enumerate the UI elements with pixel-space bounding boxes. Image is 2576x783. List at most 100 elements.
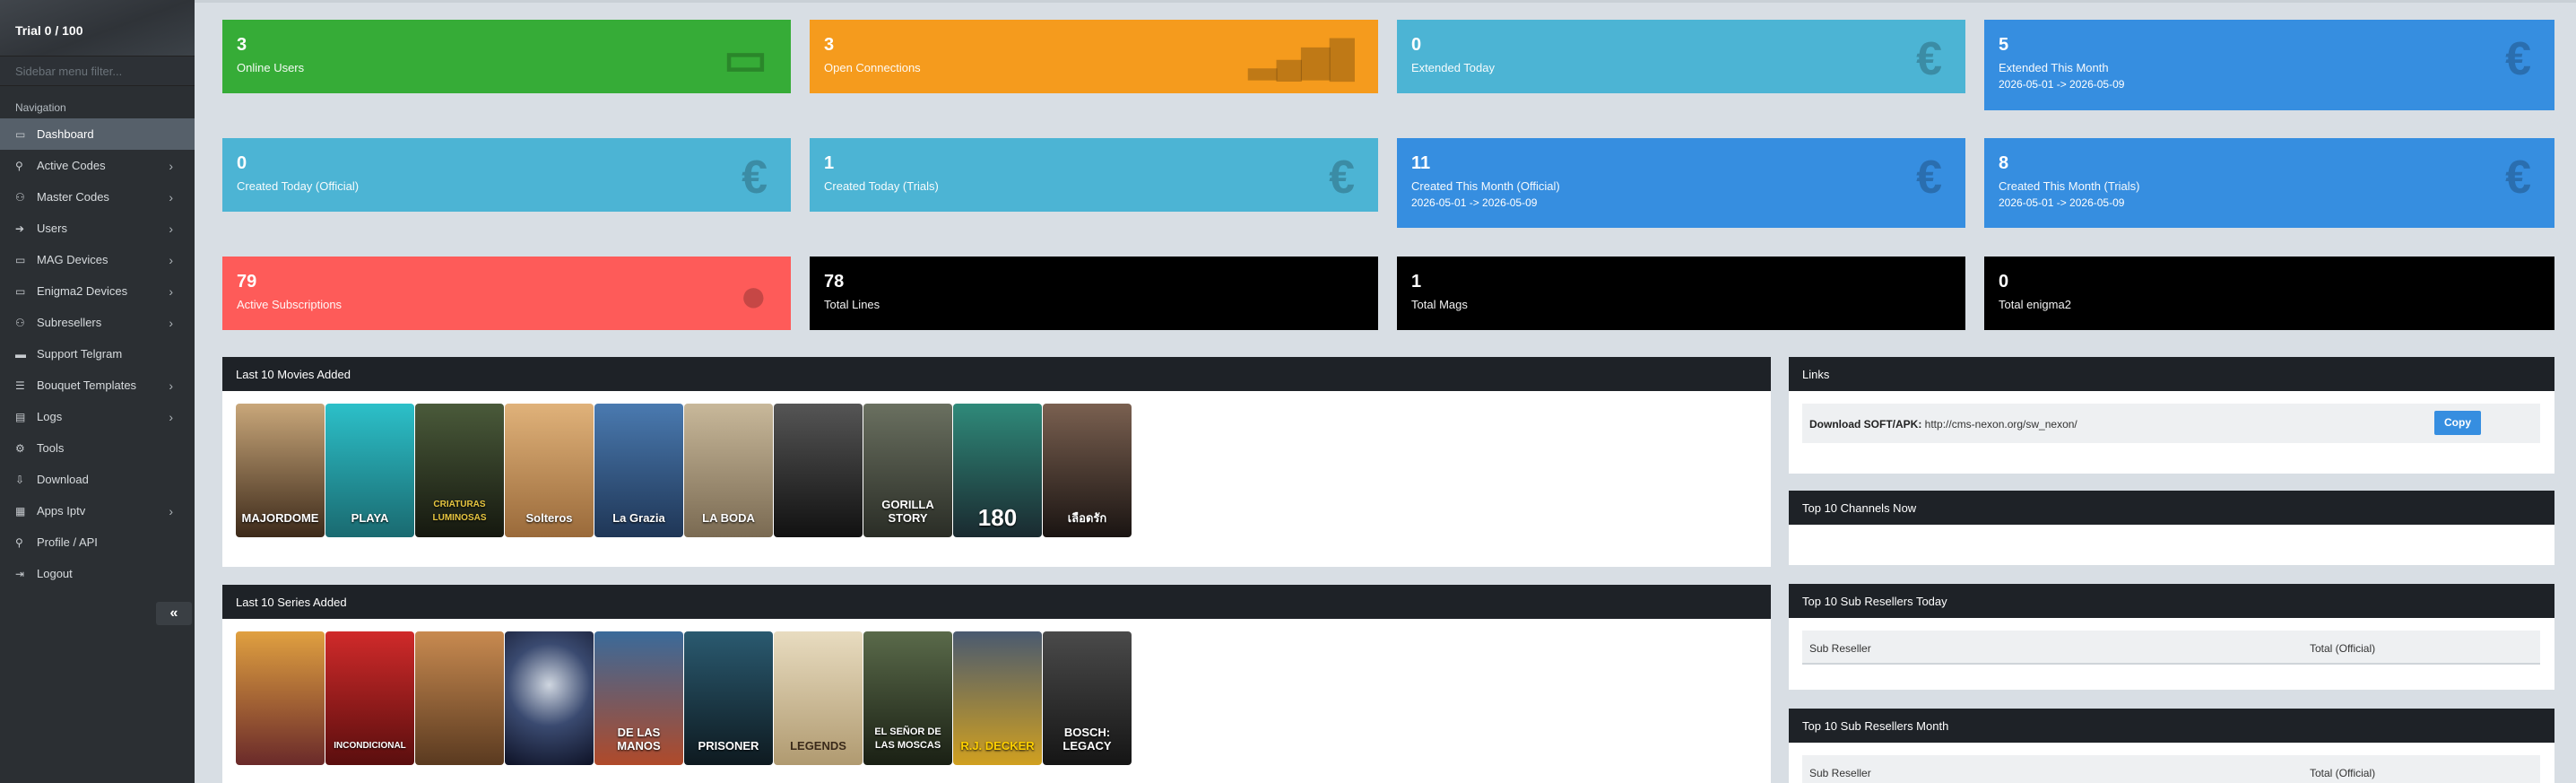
- series-poster[interactable]: BOSCH: LEGACY: [1043, 631, 1132, 765]
- stat-value: 79: [237, 272, 257, 291]
- sidebar-item-label: Enigma2 Devices: [37, 284, 128, 298]
- copy-button[interactable]: Copy: [2434, 411, 2481, 435]
- series-poster[interactable]: LEGENDS: [774, 631, 863, 765]
- series-poster[interactable]: [236, 631, 325, 765]
- stat-card-total-enigma2[interactable]: 0 Total enigma2: [1984, 257, 2554, 330]
- panel-title: Top 10 Sub Resellers Month: [1789, 709, 2554, 743]
- movie-posters: MAJORDOME PLAYA CRIATURAS LUMINOSAS Solt…: [236, 404, 1132, 537]
- stat-card-total-mags[interactable]: 1 Total Mags: [1397, 257, 1965, 330]
- panel-title: Top 10 Sub Resellers Today: [1789, 584, 2554, 618]
- stat-date-range: 2026-05-01 -> 2026-05-09: [1999, 78, 2125, 91]
- sidebar-item-active-codes[interactable]: ⚲ Active Codes ›: [0, 150, 195, 181]
- top-sub-resellers-month-panel: Top 10 Sub Resellers Month Sub Reseller …: [1789, 709, 2554, 783]
- apps-icon: ▦: [15, 504, 26, 518]
- euro-icon: €: [1916, 152, 1942, 204]
- stat-label: Total enigma2: [1999, 298, 2071, 311]
- desktop-icon: ▭: [15, 253, 26, 266]
- file-icon: ▤: [15, 410, 26, 423]
- sidebar-item-logout[interactable]: ⇥ Logout: [0, 558, 195, 589]
- sidebar-item-label: Logs: [37, 410, 63, 423]
- table-header: Sub Reseller Total (Official): [1802, 755, 2540, 783]
- sidebar-item-label: Bouquet Templates: [37, 378, 137, 392]
- sidebar-item-mag-devices[interactable]: ▭ MAG Devices ›: [0, 244, 195, 275]
- sidebar-item-download[interactable]: ⇩ Download: [0, 464, 195, 495]
- sidebar-item-support-telgram[interactable]: ▬ Support Telgram: [0, 338, 195, 370]
- monitor-icon: ▭: [15, 127, 26, 141]
- sidebar-item-profile-api[interactable]: ⚲ Profile / API: [0, 526, 195, 558]
- euro-icon: €: [1916, 33, 1942, 85]
- movie-poster[interactable]: GORILLA STORY: [863, 404, 952, 537]
- stat-card-created-today-official[interactable]: 0 Created Today (Official) €: [222, 138, 791, 212]
- stat-value: 1: [1411, 272, 1422, 291]
- sidebar-item-users[interactable]: ➔ Users ›: [0, 213, 195, 244]
- movie-poster[interactable]: CRIATURAS LUMINOSAS: [415, 404, 504, 537]
- sidebar-item-label: MAG Devices: [37, 253, 108, 266]
- sidebar-item-dashboard[interactable]: ▭ Dashboard: [0, 118, 195, 150]
- download-label: Download SOFT/APK:: [1809, 418, 1922, 431]
- table-header: Sub Reseller Total (Official): [1802, 631, 2540, 665]
- sidebar-item-tools[interactable]: ⚙ Tools: [0, 432, 195, 464]
- stat-card-extended-this-month[interactable]: 5 Extended This Month 2026-05-01 -> 2026…: [1984, 20, 2554, 110]
- series-poster[interactable]: PRISONER: [684, 631, 773, 765]
- download-url[interactable]: http://cms-nexon.org/sw_nexon/: [1925, 418, 2077, 431]
- desktop-icon: ▭: [15, 284, 26, 298]
- download-icon: ⇩: [15, 473, 25, 486]
- chevron-right-icon: ›: [169, 222, 173, 236]
- series-poster[interactable]: INCONDICIONAL: [325, 631, 414, 765]
- euro-icon: €: [2505, 152, 2531, 204]
- sidebar-item-label: Dashboard: [37, 127, 94, 141]
- stat-value: 78: [824, 272, 845, 291]
- nav-label: Navigation: [15, 101, 66, 114]
- movie-poster[interactable]: La Grazia: [594, 404, 683, 537]
- trial-counter: Trial 0 / 100: [0, 0, 195, 56]
- user-icon: ●: [739, 270, 768, 322]
- stat-label: Created Today (Official): [237, 179, 360, 193]
- stat-card-active-subscriptions[interactable]: 79 Active Subscriptions ●: [222, 257, 791, 330]
- stat-card-extended-today[interactable]: 0 Extended Today €: [1397, 20, 1965, 93]
- sidebar-item-label: Subresellers: [37, 316, 102, 329]
- stat-label: Active Subscriptions: [237, 298, 343, 311]
- panel-title: Last 10 Series Added: [222, 585, 1771, 619]
- movie-poster[interactable]: 180: [953, 404, 1042, 537]
- chevron-right-icon: ›: [169, 190, 173, 204]
- series-poster[interactable]: R.J. DECKER: [953, 631, 1042, 765]
- movie-poster[interactable]: เลือดรัก: [1043, 404, 1132, 537]
- series-poster[interactable]: [505, 631, 594, 765]
- stat-card-created-this-month-trials[interactable]: 8 Created This Month (Trials) 2026-05-01…: [1984, 138, 2554, 228]
- users-icon: ⚇: [15, 190, 25, 204]
- movie-poster[interactable]: MAJORDOME: [236, 404, 325, 537]
- stat-date-range: 2026-05-01 -> 2026-05-09: [1411, 196, 1538, 209]
- series-poster[interactable]: EL SEÑOR DE LAS MOSCAS: [863, 631, 952, 765]
- sidebar-item-master-codes[interactable]: ⚇ Master Codes ›: [0, 181, 195, 213]
- sidebar-item-bouquet-templates[interactable]: ☰ Bouquet Templates ›: [0, 370, 195, 401]
- stat-card-open-connections[interactable]: 3 Open Connections ▂▄▆█: [810, 20, 1378, 93]
- series-poster[interactable]: DE LAS MANOS: [594, 631, 683, 765]
- sidebar-item-label: Apps Iptv: [37, 504, 86, 518]
- panel-title: Links: [1789, 357, 2554, 391]
- movie-poster[interactable]: LA BODA: [684, 404, 773, 537]
- stat-date-range: 2026-05-01 -> 2026-05-09: [1999, 196, 2125, 209]
- sidebar-item-apps-iptv[interactable]: ▦ Apps Iptv ›: [0, 495, 195, 526]
- stat-card-online-users[interactable]: 3 Online Users ▭: [222, 20, 791, 93]
- column-sub-reseller: Sub Reseller: [1809, 642, 1871, 655]
- series-poster[interactable]: [415, 631, 504, 765]
- stat-value: 5: [1999, 35, 2009, 55]
- sidebar-collapse-button[interactable]: «: [156, 602, 192, 625]
- sidebar-item-label: Active Codes: [37, 159, 106, 172]
- sidebar: Trial 0 / 100 Sidebar menu filter... Nav…: [0, 0, 195, 783]
- movie-poster[interactable]: Solteros: [505, 404, 594, 537]
- stat-card-total-lines[interactable]: 78 Total Lines: [810, 257, 1378, 330]
- stat-card-created-this-month-official[interactable]: 11 Created This Month (Official) 2026-05…: [1397, 138, 1965, 228]
- movie-poster[interactable]: [774, 404, 863, 537]
- user-icon: ⚲: [15, 535, 23, 549]
- movie-poster[interactable]: PLAYA: [325, 404, 414, 537]
- sidebar-item-enigma2-devices[interactable]: ▭ Enigma2 Devices ›: [0, 275, 195, 307]
- sidebar-item-subresellers[interactable]: ⚇ Subresellers ›: [0, 307, 195, 338]
- sidebar-item-logs[interactable]: ▤ Logs ›: [0, 401, 195, 432]
- stat-value: 8: [1999, 153, 2009, 173]
- stat-card-created-today-trials[interactable]: 1 Created Today (Trials) €: [810, 138, 1378, 212]
- stat-label: Total Lines: [824, 298, 880, 311]
- panel-title: Last 10 Movies Added: [222, 357, 1771, 391]
- euro-icon: €: [1329, 152, 1355, 204]
- sidebar-filter-input[interactable]: Sidebar menu filter...: [0, 56, 195, 86]
